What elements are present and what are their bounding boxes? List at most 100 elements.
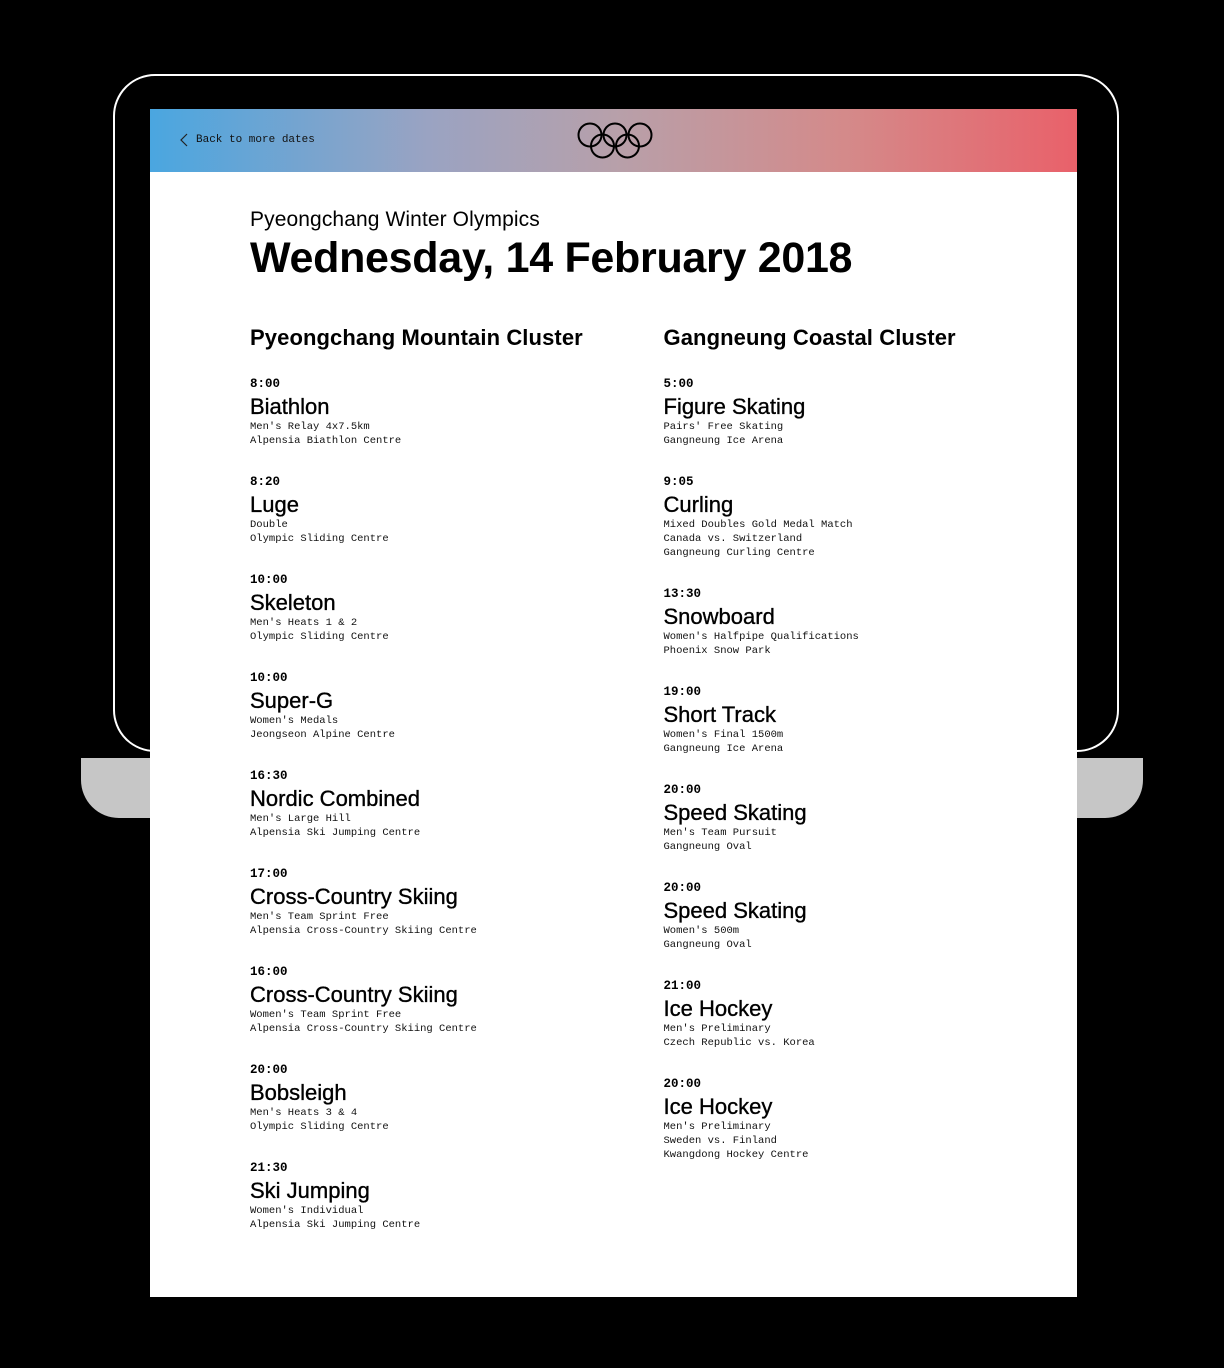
event-venue: Olympic Sliding Centre — [250, 631, 389, 643]
event-detail: Mixed Doubles Gold Medal Match — [663, 519, 853, 531]
back-to-dates-link[interactable]: Back to more dates — [180, 131, 315, 149]
event-time: 10:00 — [250, 671, 288, 685]
event-detail: Men's Preliminary — [663, 1121, 771, 1133]
chevron-left-icon — [180, 133, 188, 147]
event-item: 9:05 Curling Mixed Doubles Gold Medal Matc… — [663, 475, 1078, 560]
event-detail: Women's Final 1500m — [663, 729, 784, 741]
event-sport: Figure Skating — [663, 394, 806, 419]
event-item: 20:00 Speed Skating Women's 500m Gangneung … — [663, 881, 1078, 952]
event-sport: Speed Skating — [663, 800, 807, 825]
event-venue: Gangneung Oval — [663, 939, 752, 951]
event-time: 19:00 — [663, 685, 702, 699]
event-item: 5:00 Figure Skating Pairs' Free Skating Gan… — [663, 377, 1078, 448]
event-venue: Gangneung Curling Centre — [663, 547, 815, 559]
event-detail: Men's Heats 1 & 2 — [250, 617, 358, 629]
event-venue: Olympic Sliding Centre — [250, 533, 389, 545]
event-venue: Czech Republic vs. Korea — [663, 1037, 815, 1049]
event-detail: Men's Team Sprint Free — [250, 911, 389, 923]
event-detail: Pairs' Free Skating — [663, 421, 784, 433]
event-item: 20:00 Bobsleigh Men's Heats 3 & 4 Olympic S… — [250, 1063, 664, 1134]
event-sport: Skeleton — [250, 590, 336, 615]
event-venue: Olympic Sliding Centre — [250, 1121, 389, 1133]
event-time: 21:00 — [663, 979, 702, 993]
event-time: 16:00 — [250, 965, 288, 979]
event-sport: Speed Skating — [663, 898, 807, 923]
event-sport: Ski Jumping — [250, 1178, 370, 1203]
event-venue: Phoenix Snow Park — [663, 645, 771, 657]
event-list: 8:00 Biathlon Men's Relay 4x7.5km Alpensia … — [250, 377, 664, 1232]
event-sport: Cross-Country Skiing — [250, 884, 458, 909]
event-detail: Double — [250, 519, 288, 531]
event-sport: Bobsleigh — [250, 1080, 347, 1105]
event-time: 10:00 — [250, 573, 288, 587]
clusters: Pyeongchang Mountain Cluster 8:00 Biathlo… — [250, 325, 1077, 1259]
cluster-heading: Gangneung Coastal Cluster — [663, 325, 956, 350]
event-venue: Gangneung Ice Arena — [663, 435, 784, 447]
event-time: 21:30 — [250, 1161, 288, 1175]
event-time: 8:20 — [250, 475, 281, 489]
event-venue: Kwangdong Hockey Centre — [663, 1149, 809, 1161]
event-venue: Alpensia Cross-Country Skiing Centre — [250, 925, 477, 937]
event-sport: Short Track — [663, 702, 776, 727]
event-name: Pyeongchang Winter Olympics — [250, 208, 540, 231]
event-detail: Men's Heats 3 & 4 — [250, 1107, 358, 1119]
event-time: 9:05 — [663, 475, 694, 489]
back-link-label: Back to more dates — [196, 134, 315, 146]
event-time: 5:00 — [663, 377, 694, 391]
event-detail: Women's Halfpipe Qualifications — [663, 631, 859, 643]
event-list: 5:00 Figure Skating Pairs' Free Skating Gan… — [663, 377, 1078, 1162]
event-detail: Women's Team Sprint Free — [250, 1009, 402, 1021]
event-detail: Sweden vs. Finland — [663, 1135, 777, 1147]
event-item: 13:30 Snowboard Women's Halfpipe Qualifica… — [663, 587, 1078, 658]
event-item: 20:00 Speed Skating Men's Team Pursuit Gang… — [663, 783, 1078, 854]
event-sport: Biathlon — [250, 394, 330, 419]
event-item: 16:30 Nordic Combined Men's Large Hill Alpe… — [250, 769, 664, 840]
event-time: 13:30 — [663, 587, 702, 601]
event-venue: Alpensia Ski Jumping Centre — [250, 1219, 421, 1231]
event-item: 21:00 Ice Hockey Men's Preliminary Czech Re… — [663, 979, 1078, 1050]
event-detail: Men's Team Pursuit — [663, 827, 777, 839]
event-sport: Cross-Country Skiing — [250, 982, 458, 1007]
event-sport: Luge — [250, 492, 299, 517]
event-item: 19:00 Short Track Women's Final 1500m Gangn… — [663, 685, 1078, 756]
event-item: 20:00 Ice Hockey Men's Preliminary Sweden v… — [663, 1077, 1078, 1162]
page-content: Pyeongchang Winter Olympics Wednesday, 1… — [150, 172, 1077, 1259]
event-sport: Super-G — [250, 688, 334, 713]
event-item: 8:00 Biathlon Men's Relay 4x7.5km Alpensia … — [250, 377, 664, 448]
event-venue: Alpensia Ski Jumping Centre — [250, 827, 421, 839]
event-item: 8:20 Luge Double Olympic Sliding Centre — [250, 475, 664, 546]
page-title: Wednesday, 14 February 2018 — [250, 234, 853, 282]
event-time: 8:00 — [250, 377, 281, 391]
header-bar: Back to more dates — [150, 109, 1077, 172]
event-detail: Women's Medals — [250, 715, 339, 727]
event-item: 17:00 Cross-Country Skiing Men's Team Spri… — [250, 867, 664, 938]
event-sport: Curling — [663, 492, 734, 517]
event-detail: Women's Individual — [250, 1205, 364, 1217]
event-sport: Nordic Combined — [250, 786, 420, 811]
event-venue: Alpensia Biathlon Centre — [250, 435, 402, 447]
event-item: 10:00 Skeleton Men's Heats 1 & 2 Olympic Sl… — [250, 573, 664, 644]
event-time: 20:00 — [663, 783, 702, 797]
cluster-column: Pyeongchang Mountain Cluster 8:00 Biathlo… — [250, 325, 664, 1259]
event-time: 20:00 — [663, 881, 702, 895]
event-detail: Men's Large Hill — [250, 813, 351, 825]
event-time: 20:00 — [250, 1063, 288, 1077]
event-sport: Ice Hockey — [663, 1094, 773, 1119]
event-sport: Ice Hockey — [663, 996, 773, 1021]
event-detail: Men's Relay 4x7.5km — [250, 421, 370, 433]
olympic-rings-icon — [577, 122, 653, 159]
event-time: 16:30 — [250, 769, 288, 783]
cluster-heading: Pyeongchang Mountain Cluster — [250, 325, 583, 350]
event-venue: Gangneung Oval — [663, 841, 752, 853]
event-detail: Men's Preliminary — [663, 1023, 771, 1035]
event-venue: Jeongseon Alpine Centre — [250, 729, 395, 741]
event-detail: Women's 500m — [663, 925, 740, 937]
event-item: 10:00 Super-G Women's Medals Jeongseon Alpi… — [250, 671, 664, 742]
event-item: 16:00 Cross-Country Skiing Women's Team Sp… — [250, 965, 664, 1036]
event-item: 21:30 Ski Jumping Women's Individual Alpens… — [250, 1161, 664, 1232]
schedule-page: Back to more dates Pyeongchang Winter Ol… — [150, 109, 1077, 1297]
event-time: 17:00 — [250, 867, 288, 881]
event-time: 20:00 — [663, 1077, 702, 1091]
event-venue: Gangneung Ice Arena — [663, 743, 784, 755]
event-detail: Canada vs. Switzerland — [663, 533, 803, 545]
